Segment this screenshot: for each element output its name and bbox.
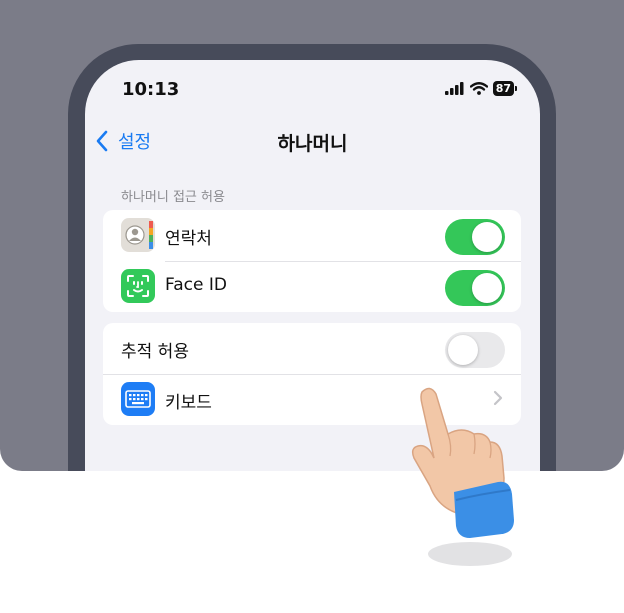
- row-tracking: 추적 허용: [103, 323, 521, 374]
- face-id-icon: [121, 269, 155, 303]
- toggle-knob: [472, 273, 502, 303]
- face-id-toggle[interactable]: [445, 270, 505, 306]
- wifi-icon: [469, 82, 488, 95]
- navigation-bar: 설정 하나머니: [85, 126, 540, 156]
- tracking-label: 추적 허용: [121, 342, 189, 362]
- cellular-signal-icon: [444, 82, 464, 95]
- contacts-icon: [121, 218, 155, 252]
- keyboard-icon: [121, 382, 155, 416]
- toggle-knob: [472, 222, 502, 252]
- row-face-id: Face ID: [103, 261, 521, 312]
- keyboard-label: 키보드: [165, 393, 212, 413]
- tracking-toggle[interactable]: [445, 332, 505, 368]
- status-time: 10:13: [122, 79, 180, 100]
- pointing-hand-icon: [411, 387, 514, 566]
- face-id-label: Face ID: [165, 275, 227, 295]
- row-contacts: 연락처: [103, 210, 521, 261]
- battery-icon: 87: [492, 81, 518, 96]
- page-title: 하나머니: [277, 133, 348, 155]
- toggle-knob: [448, 335, 478, 365]
- permissions-group: 연락처 Face ID: [103, 210, 521, 312]
- status-icons: 87: [444, 81, 518, 96]
- section-header: 하나머니 접근 허용: [121, 190, 225, 205]
- contacts-label: 연락처: [165, 229, 212, 249]
- contacts-toggle[interactable]: [445, 219, 505, 255]
- backdrop: 10:13 87 설정 하나머니 하나머니 접근 허용 연락처 Face ID …: [0, 0, 624, 471]
- status-bar: 10:13 87: [85, 76, 540, 102]
